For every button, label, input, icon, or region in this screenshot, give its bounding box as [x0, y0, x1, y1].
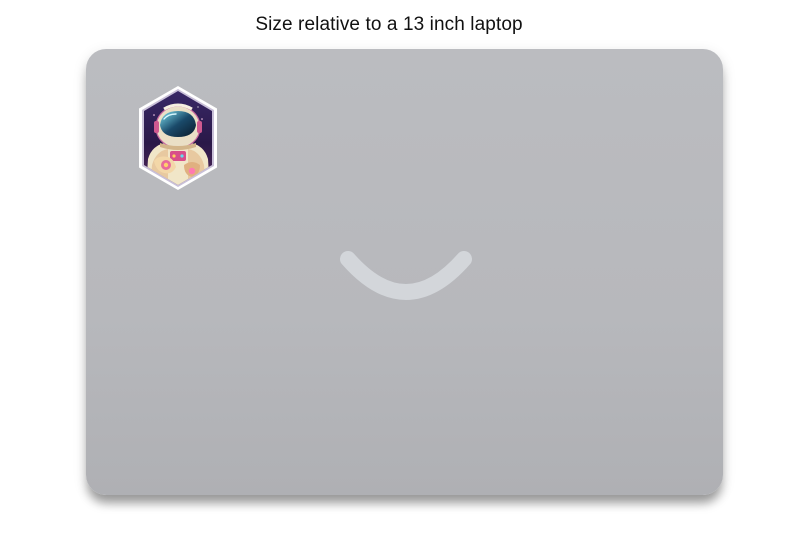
laptop-lid — [86, 49, 723, 495]
size-caption: Size relative to a 13 inch laptop — [255, 14, 523, 35]
astronaut-sticker — [139, 86, 217, 190]
logo-smile — [340, 251, 472, 300]
astronaut-icon — [144, 91, 212, 185]
